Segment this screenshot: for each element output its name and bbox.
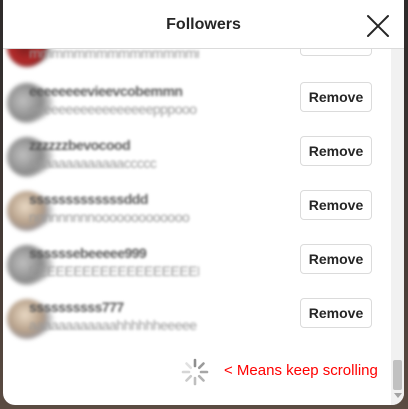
follower-full-name: aaaaaaaaaaaahhhhhheeeee	[29, 317, 197, 333]
follower-full-name: eeeeeeeeeeeeeeeeepppooo	[29, 101, 197, 117]
remove-button[interactable]: Remove	[300, 298, 372, 328]
list-item[interactable]: zzzzzzbevocood aaaaaaaaaaaaaccccc Remove	[3, 133, 391, 187]
followers-list[interactable]: sssssssssssssssssssss mmmmmmmmmmmmmmmmmm…	[3, 0, 391, 405]
close-button[interactable]	[365, 13, 391, 39]
followers-dialog: sssssssssssssssssssss mmmmmmmmmmmmmmmmmm…	[3, 0, 404, 405]
follower-full-name: EEEEEEEEEEEEEEEEEEEE	[29, 263, 199, 279]
list-item[interactable]: sssssssssssssddd nnnnnnnnnooooooooooooo …	[3, 187, 391, 241]
scroll-hint-annotation: < Means keep scrolling	[224, 362, 378, 379]
scrollbar-thumb[interactable]	[393, 360, 402, 390]
follower-username[interactable]: ssssssssss777	[29, 299, 199, 315]
follower-username[interactable]: zzzzzzbevocood	[29, 137, 199, 153]
dialog-title: Followers	[166, 16, 241, 33]
follower-username[interactable]: eeeeeeeevieevcobemmn	[29, 83, 199, 99]
follower-username[interactable]: sssssssssssssddd	[29, 191, 199, 207]
list-item[interactable]: ssssssebeeeee999 EEEEEEEEEEEEEEEEEEEE Re…	[3, 241, 391, 295]
follower-username[interactable]: ssssssebeeeee999	[29, 245, 199, 261]
list-item[interactable]: ssssssssss777 aaaaaaaaaaaahhhhhheeeee Re…	[3, 295, 391, 349]
remove-button[interactable]: Remove	[300, 82, 372, 112]
dialog-header: Followers	[3, 0, 404, 49]
follower-full-name: nnnnnnnnnooooooooooooo	[29, 209, 190, 225]
remove-button[interactable]: Remove	[300, 244, 372, 274]
remove-button[interactable]: Remove	[300, 190, 372, 220]
scrollbar[interactable]	[391, 49, 404, 405]
remove-button[interactable]: Remove	[300, 136, 372, 166]
follower-full-name: aaaaaaaaaaaaaccccc	[29, 155, 157, 171]
loading-spinner-icon	[180, 357, 210, 387]
list-item[interactable]: eeeeeeeevieevcobemmn eeeeeeeeeeeeeeeeepp…	[3, 79, 391, 133]
scroll-down-arrow-icon[interactable]	[394, 393, 402, 398]
close-icon[interactable]	[365, 13, 391, 39]
